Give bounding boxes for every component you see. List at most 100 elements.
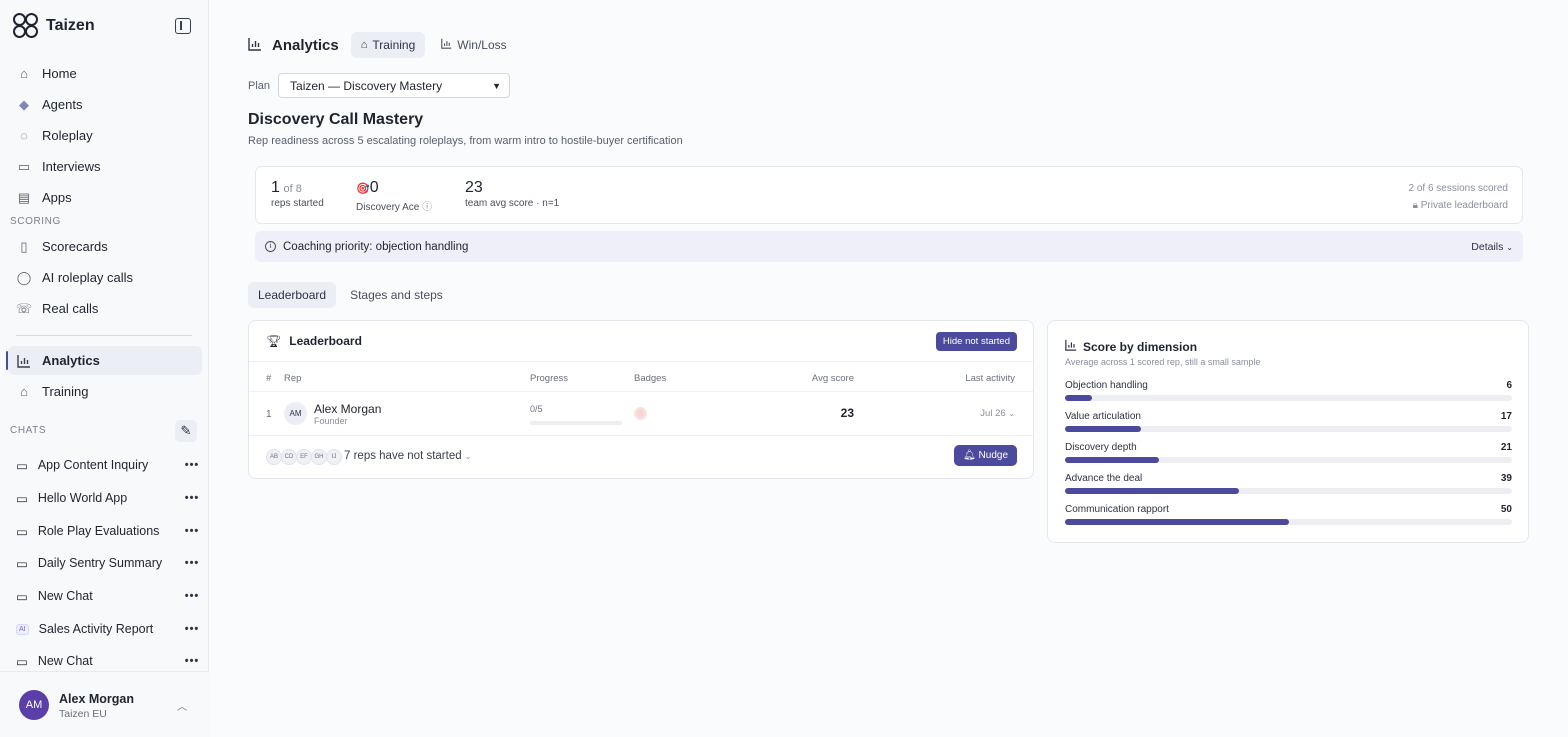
tab-stages-and-steps[interactable]: Stages and steps bbox=[340, 282, 453, 308]
dimension-row: Communication rapport 50 bbox=[1065, 504, 1512, 525]
page-title: Analytics bbox=[272, 36, 339, 54]
rep-name: Alex Morgan bbox=[314, 402, 382, 416]
more-options-icon[interactable]: ••• bbox=[182, 492, 202, 504]
stat-reps-started: 1 of 8 reps started bbox=[271, 179, 324, 209]
stat-value: 0 bbox=[369, 179, 379, 196]
sidebar-item-label: Real calls bbox=[42, 301, 99, 316]
chats-section-label: CHATS bbox=[10, 425, 47, 436]
col-header-last-activity: Last activity bbox=[965, 373, 1015, 384]
sessions-scored: 2 of 6 sessions scored bbox=[1408, 183, 1509, 194]
sidebar-item-label: Interviews bbox=[42, 159, 101, 174]
chat-item-title: Hello World App bbox=[37, 491, 128, 505]
stat-label: team avg score · n=1 bbox=[465, 198, 560, 209]
tab-win-loss[interactable]: Win/Loss bbox=[431, 32, 516, 58]
chat-item-title: Sales Activity Report bbox=[38, 622, 154, 636]
sub-tabs: Leaderboard Stages and steps bbox=[248, 282, 453, 308]
stat-label: Discovery Ace bbox=[356, 202, 420, 213]
dimension-bar-track bbox=[1065, 488, 1512, 494]
chat-item-title: New Chat bbox=[37, 589, 93, 603]
last-activity[interactable]: Jul 26 ⌄ bbox=[980, 408, 1015, 419]
dimension-value: 39 bbox=[1500, 473, 1512, 484]
chat-item[interactable]: ▭ Role Play Evaluations ••• bbox=[8, 517, 202, 545]
dimension-title: Score by dimension bbox=[1083, 339, 1198, 354]
chevron-down-icon: ⌄ bbox=[1008, 409, 1015, 418]
user-menu[interactable]: AM Alex Morgan Taizen EU ︿ bbox=[0, 671, 209, 737]
course-subtitle: Rep readiness across 5 escalating rolepl… bbox=[248, 135, 683, 147]
scoring-section-label: SCORING bbox=[10, 216, 61, 227]
not-started-toggle[interactable]: 7 reps have not started ⌄ bbox=[344, 450, 472, 462]
phone-icon: ☏ bbox=[15, 300, 33, 316]
chevron-down-icon: ⌄ bbox=[1506, 242, 1513, 252]
sidebar-item-scorecards[interactable]: ▯ Scorecards bbox=[8, 232, 202, 261]
chat-item[interactable]: ▭ Daily Sentry Summary ••• bbox=[8, 549, 202, 577]
details-toggle[interactable]: Details ⌄ bbox=[1471, 241, 1513, 253]
info-icon: i bbox=[265, 241, 276, 252]
avatar: AB bbox=[266, 449, 282, 465]
chat-item[interactable]: AI Sales Activity Report ••• bbox=[8, 615, 202, 643]
nudge-label: Nudge bbox=[978, 450, 1008, 461]
sidebar-item-interviews[interactable]: ▭ Interviews bbox=[8, 152, 202, 181]
col-header-rank: # bbox=[266, 373, 272, 384]
chat-bubble-icon: ◌ bbox=[20, 128, 28, 143]
clipboard-icon: ▯ bbox=[20, 238, 28, 254]
more-options-icon[interactable]: ••• bbox=[182, 623, 202, 635]
tab-label: Training bbox=[372, 38, 416, 52]
stat-total: of 8 bbox=[283, 183, 302, 195]
score-by-dimension-card: Score by dimension Average across 1 scor… bbox=[1047, 320, 1529, 543]
more-options-icon[interactable]: ••• bbox=[182, 590, 202, 602]
tab-leaderboard[interactable]: Leaderboard bbox=[248, 282, 337, 308]
stat-label: reps started bbox=[271, 198, 324, 209]
more-options-icon[interactable]: ••• bbox=[182, 525, 202, 537]
message-icon: ▭ bbox=[16, 556, 28, 571]
leaderboard-title: Leaderboard bbox=[289, 334, 362, 348]
dimension-value: 17 bbox=[1500, 411, 1512, 422]
user-org: Taizen EU bbox=[59, 708, 107, 720]
dimension-value: 50 bbox=[1500, 504, 1512, 515]
tab-training[interactable]: ⌂ Training bbox=[350, 32, 426, 58]
page-header: Analytics ⌂ Training Win/Loss bbox=[248, 32, 517, 58]
brand[interactable]: Taizen bbox=[12, 12, 95, 40]
sidebar-item-home[interactable]: ⌂ Home bbox=[8, 59, 202, 88]
dimension-bar-track bbox=[1065, 457, 1512, 463]
nudge-button[interactable]: 🔔︎ Nudge bbox=[954, 445, 1017, 466]
sidebar-item-ai-roleplay-calls[interactable]: ◯ AI roleplay calls bbox=[8, 263, 202, 292]
row-rank: 1 bbox=[266, 409, 272, 420]
lock-icon: 🔒︎ bbox=[1412, 200, 1418, 211]
ai-badge: AI bbox=[16, 623, 29, 635]
plan-select[interactable]: Taizen — Discovery Mastery ▼ bbox=[278, 73, 511, 98]
dimension-bar-track bbox=[1065, 519, 1512, 525]
dimension-bar-track bbox=[1065, 395, 1512, 401]
taizen-logo-icon bbox=[12, 12, 40, 40]
chat-item[interactable]: ▭ New Chat ••• bbox=[8, 582, 202, 610]
sidebar-item-apps[interactable]: ▤ Apps bbox=[8, 183, 202, 212]
private-leaderboard-label: Private leaderboard bbox=[1420, 200, 1508, 211]
more-options-icon[interactable]: ••• bbox=[182, 655, 202, 667]
sidebar-item-real-calls[interactable]: ☏ Real calls bbox=[8, 294, 202, 323]
sidebar-item-analytics[interactable]: Analytics bbox=[6, 346, 202, 375]
new-chat-button[interactable]: ✎ bbox=[175, 420, 197, 442]
stat-discovery-ace: 🎯0 Discovery Ace ⓘ bbox=[356, 179, 432, 213]
message-icon: ▭ bbox=[16, 491, 28, 506]
hide-not-started-button[interactable]: Hide not started bbox=[935, 332, 1017, 351]
sidebar-item-agents[interactable]: ◆ Agents bbox=[8, 90, 202, 119]
chat-item[interactable]: ▭ Hello World App ••• bbox=[8, 484, 202, 512]
chat-item-title: Role Play Evaluations bbox=[37, 524, 160, 538]
sidebar-item-training[interactable]: ⌂ Training bbox=[8, 377, 202, 406]
bar-chart-icon bbox=[441, 38, 452, 52]
divider bbox=[249, 391, 1033, 392]
dimension-bar-fill bbox=[1065, 395, 1092, 401]
dimension-label: Value articulation bbox=[1065, 411, 1141, 422]
info-icon[interactable]: ⓘ bbox=[422, 202, 432, 213]
avatar: CD bbox=[281, 449, 297, 465]
coaching-text: Coaching priority: objection handling bbox=[283, 240, 469, 253]
sidebar-collapse-icon[interactable] bbox=[175, 18, 191, 34]
chat-item[interactable]: ▭ App Content Inquiry ••• bbox=[8, 451, 202, 479]
dimension-bar-fill bbox=[1065, 426, 1141, 432]
dimension-value: 21 bbox=[1500, 442, 1512, 453]
graduation-cap-icon: ⌂ bbox=[20, 384, 28, 399]
bell-icon: 🔔︎ bbox=[963, 450, 976, 461]
layout-icon: ▤ bbox=[17, 189, 31, 205]
more-options-icon[interactable]: ••• bbox=[182, 459, 202, 471]
more-options-icon[interactable]: ••• bbox=[182, 557, 202, 569]
sidebar-item-roleplay[interactable]: ◌ Roleplay bbox=[8, 121, 202, 150]
